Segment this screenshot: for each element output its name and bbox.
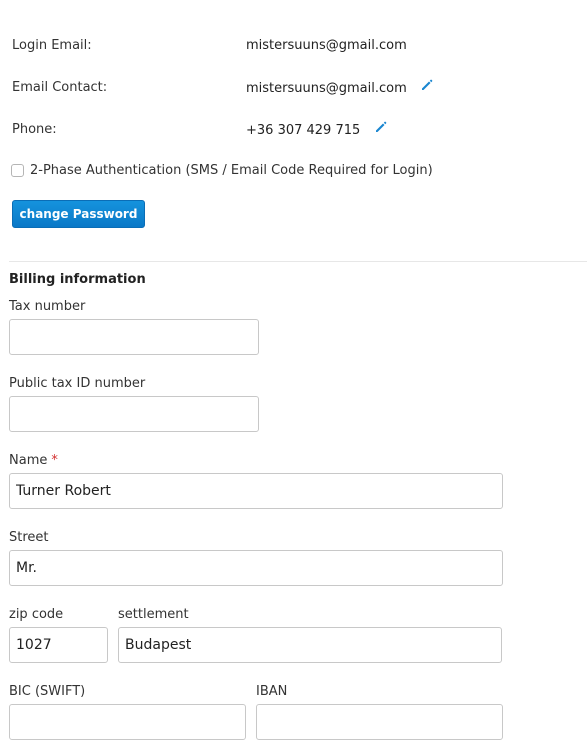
name-input[interactable] — [9, 473, 503, 509]
login-email-value: mistersuuns@gmail.com — [246, 38, 407, 53]
name-label: Name * — [9, 453, 58, 468]
change-password-button[interactable]: change Password — [12, 200, 145, 228]
zip-code-input[interactable] — [9, 627, 108, 663]
billing-section-title: Billing information — [9, 272, 146, 287]
bic-input[interactable] — [9, 704, 246, 740]
street-input[interactable] — [9, 550, 503, 586]
tax-number-input[interactable] — [9, 319, 259, 355]
public-tax-id-label: Public tax ID number — [9, 376, 146, 391]
two-factor-label: 2-Phase Authentication (SMS / Email Code… — [30, 163, 433, 178]
settlement-label: settlement — [118, 607, 189, 622]
name-label-text: Name — [9, 453, 48, 468]
zip-code-label: zip code — [9, 607, 64, 622]
tax-number-label: Tax number — [9, 299, 86, 314]
public-tax-id-input[interactable] — [9, 396, 259, 432]
street-label: Street — [9, 530, 49, 545]
iban-label: IBAN — [256, 684, 288, 699]
edit-phone-pencil-icon[interactable] — [374, 120, 388, 134]
bic-label: BIC (SWIFT) — [9, 684, 86, 699]
phone-label: Phone: — [12, 122, 57, 137]
two-factor-row[interactable]: 2-Phase Authentication (SMS / Email Code… — [11, 163, 433, 178]
edit-email-contact-pencil-icon[interactable] — [420, 78, 434, 92]
login-email-label: Login Email: — [12, 38, 92, 53]
phone-value: +36 307 429 715 — [246, 123, 361, 138]
two-factor-checkbox[interactable] — [11, 164, 24, 177]
email-contact-label: Email Contact: — [12, 80, 108, 95]
section-divider — [9, 261, 587, 262]
iban-input[interactable] — [256, 704, 503, 740]
email-contact-value: mistersuuns@gmail.com — [246, 81, 407, 96]
required-asterisk: * — [51, 453, 58, 468]
settlement-input[interactable] — [118, 627, 502, 663]
